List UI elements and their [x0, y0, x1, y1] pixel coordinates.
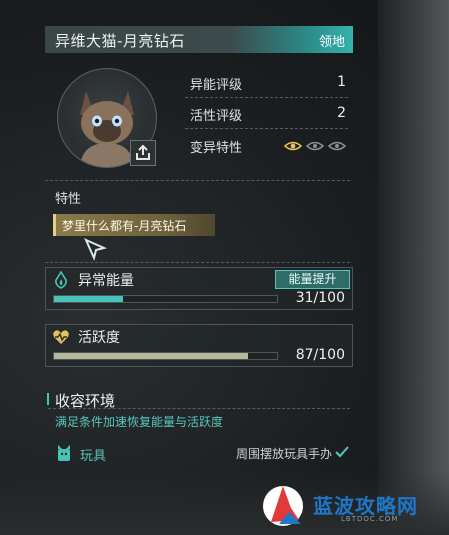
divider	[45, 262, 350, 263]
activity-value: 87/100	[295, 347, 345, 363]
divider	[45, 180, 350, 181]
energy-panel: 异常能量 能量提升 31/100	[45, 267, 353, 310]
divider	[48, 408, 350, 409]
watermark-logo	[263, 486, 303, 526]
divider	[185, 128, 348, 129]
energy-label: 异常能量	[78, 273, 134, 289]
trait-chip[interactable]: 梦里什么都有-月亮钻石	[53, 214, 215, 236]
stat-label: 变异特性	[190, 141, 243, 156]
toy-condition: 周围摆放玩具手办	[235, 447, 332, 461]
cursor-pointer-icon	[84, 238, 108, 262]
watermark: 蓝波攻略网 LBTDOC.COM	[255, 478, 445, 533]
activity-label: 活跃度	[78, 330, 120, 346]
eye-icon-inactive[interactable]	[328, 140, 346, 152]
eye-icon-inactive[interactable]	[306, 140, 324, 152]
stat-value: 1	[337, 74, 346, 90]
flame-icon	[55, 271, 67, 289]
eye-icon-active[interactable]	[284, 140, 302, 152]
territory-tag[interactable]: 领地	[319, 31, 345, 50]
stat-ability-rating: 异能评级 1	[190, 74, 348, 94]
toy-icon	[58, 445, 70, 461]
stat-activity-rating: 活性评级 2	[190, 105, 348, 125]
stat-value: 2	[337, 105, 346, 121]
energy-bar	[53, 295, 278, 303]
stat-label: 异能评级	[190, 78, 243, 93]
activity-bar	[53, 352, 278, 360]
share-button[interactable]	[130, 140, 156, 166]
energy-value: 31/100	[295, 290, 345, 306]
activity-panel: 活跃度 87/100	[45, 324, 353, 367]
energy-bar-fill	[54, 296, 124, 302]
share-icon	[136, 144, 150, 160]
pet-name: 异维大猫-月亮钻石	[55, 32, 185, 50]
stat-label: 活性评级	[190, 109, 243, 124]
activity-bar-fill	[54, 353, 248, 359]
heart-pulse-icon	[53, 330, 69, 344]
section-accent	[47, 393, 49, 405]
toy-label: 玩具	[80, 449, 107, 464]
background-right-scene	[378, 0, 449, 535]
environment-item-toy: 玩具 周围摆放玩具手办	[55, 444, 352, 464]
watermark-sub: LBTDOC.COM	[341, 515, 399, 523]
check-icon	[335, 446, 349, 458]
stat-mutation-traits: 变异特性	[190, 137, 348, 157]
environment-description: 满足条件加速恢复能量与活跃度	[55, 415, 224, 429]
title-bar: 异维大猫-月亮钻石 领地	[45, 26, 353, 53]
traits-title: 特性	[55, 192, 82, 207]
divider	[185, 97, 348, 98]
energy-boost-button[interactable]: 能量提升	[275, 270, 350, 289]
trait-label: 梦里什么都有-月亮钻石	[62, 219, 187, 233]
